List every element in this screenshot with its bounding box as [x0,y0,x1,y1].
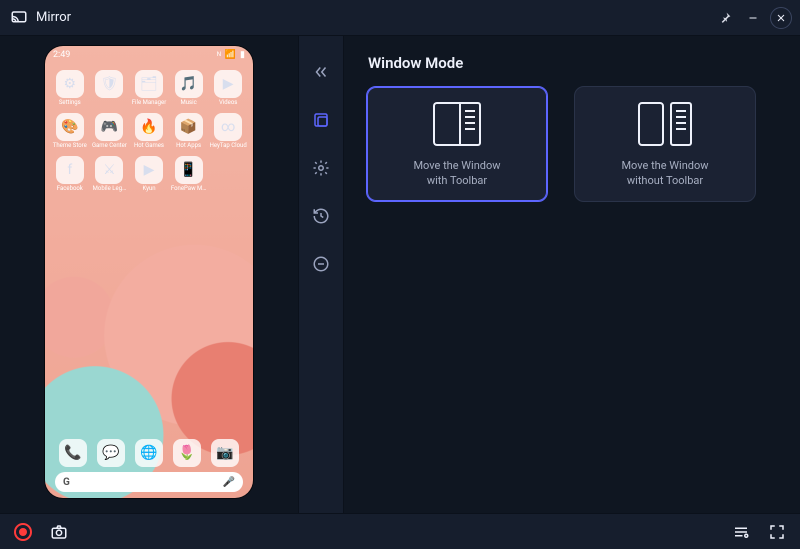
panel-heading: Window Mode [368,54,778,72]
phone-app[interactable]: 🎨 Theme Store [51,113,89,150]
app-icon: ∞ [214,113,242,141]
phone-app[interactable]: ⚙ Settings [51,70,89,107]
app-label: Game Center [92,143,127,150]
app-icon: 🎮 [95,113,123,141]
fullscreen-button[interactable] [766,521,788,543]
phone-app[interactable]: ⚔ Mobile Leg… [91,156,129,193]
app-icon: 🎨 [56,113,84,141]
dock-app[interactable]: 💬 [97,439,125,467]
card-with-toolbar[interactable]: Move the Windowwith Toolbar [366,86,548,202]
screenshot-button[interactable] [48,521,70,543]
app-label: Hot Games [134,143,164,150]
phone-app[interactable]: 🎵 Music [170,70,208,107]
window-mode-tab[interactable] [307,106,335,134]
app-icon: 🛡 [95,70,123,98]
app-label: Mobile Leg… [93,186,126,193]
app-title: Mirror [36,10,71,25]
app-label: HeyTap Cloud [210,143,247,150]
phone-mirror[interactable]: 2:49 ᴺ 📶 ▮ ⚙ Settings 🛡 🗂 File Manager 🎵 Music… [45,46,253,498]
record-icon [14,523,32,541]
mirror-pane: 2:49 ᴺ 📶 ▮ ⚙ Settings 🛡 🗂 File Manager 🎵 Music… [0,36,298,513]
phone-app[interactable]: ▶ Kyun [130,156,168,193]
titlebar: Mirror [0,0,800,36]
app-label: File Manager [132,100,167,107]
settings-tab[interactable] [307,154,335,182]
app-label: FonePaw M… [171,186,206,193]
card-without-toolbar[interactable]: Move the Windowwithout Toolbar [574,86,756,202]
app-icon: ⚔ [95,156,123,184]
dock-app[interactable]: 🌐 [135,439,163,467]
pin-button[interactable] [714,7,736,29]
app-label: Facebook [57,186,83,193]
app-icon: ⚙ [56,70,84,98]
app-icon: 🗂 [135,70,163,98]
app-icon: 🔥 [135,113,163,141]
app-label: Videos [219,100,237,107]
history-tab[interactable] [307,202,335,230]
phone-app[interactable]: 📦 Hot Apps [170,113,208,150]
card-caption: Move the Windowwith Toolbar [413,159,500,189]
dock-app[interactable]: 🌷 [173,439,201,467]
app-icon: 📱 [175,156,203,184]
app-label: Hot Apps [176,143,201,150]
app-icon: ▶ [135,156,163,184]
bottom-bar [0,513,800,549]
power-tab[interactable] [307,250,335,278]
battery-icon: ▮ [240,50,245,60]
device-list-button[interactable] [730,521,752,543]
app-icon: f [56,156,84,184]
phone-app[interactable]: 🗂 File Manager [130,70,168,107]
phone-status-icons: ᴺ 📶 ▮ [217,50,245,61]
window-mode-cards: Move the Windowwith Toolbar Move the Win… [366,86,778,202]
phone-app-grid: ⚙ Settings 🛡 🗂 File Manager 🎵 Music ▶ Videos 🎨 The… [45,64,253,193]
record-button[interactable] [12,521,34,543]
app-label: Theme Store [53,143,87,150]
cast-icon [10,9,28,27]
phone-statusbar: 2:49 ᴺ 📶 ▮ [45,46,253,64]
main-panel: Window Mode Move the Windowwith Toolbar … [344,36,800,513]
phone-search-bar[interactable]: G 🎤 [55,472,243,492]
side-rail [298,36,344,513]
app-label: Kyun [142,186,155,193]
phone-time: 2:49 [53,50,70,60]
phone-app[interactable]: 🔥 Hot Games [130,113,168,150]
close-button[interactable] [770,7,792,29]
collapse-rail-button[interactable] [307,58,335,86]
without-toolbar-illustration [638,99,692,149]
phone-app[interactable]: ∞ HeyTap Cloud [209,113,247,150]
dock-app[interactable]: 📞 [59,439,87,467]
app-label: Music [180,100,196,107]
app-icon: ▶ [214,70,242,98]
app-icon: 🎵 [175,70,203,98]
google-g-icon: G [63,477,70,488]
app-icon: 📦 [175,113,203,141]
phone-app[interactable]: ▶ Videos [209,70,247,107]
app-label: Settings [59,100,81,107]
with-toolbar-illustration [433,99,481,149]
dock-app[interactable]: 📷 [211,439,239,467]
phone-app[interactable]: 🎮 Game Center [91,113,129,150]
wifi-icon: 📶 [225,50,236,60]
nfc-icon: ᴺ [217,50,221,61]
minimize-button[interactable] [742,7,764,29]
card-caption: Move the Windowwithout Toolbar [621,159,708,189]
mic-icon: 🎤 [223,477,235,488]
phone-app[interactable]: 🛡 [91,70,129,107]
phone-app[interactable]: f Facebook [51,156,89,193]
phone-dock: 📞 💬 🌐 🌷 📷 [53,436,245,470]
phone-app[interactable]: 📱 FonePaw M… [170,156,208,193]
